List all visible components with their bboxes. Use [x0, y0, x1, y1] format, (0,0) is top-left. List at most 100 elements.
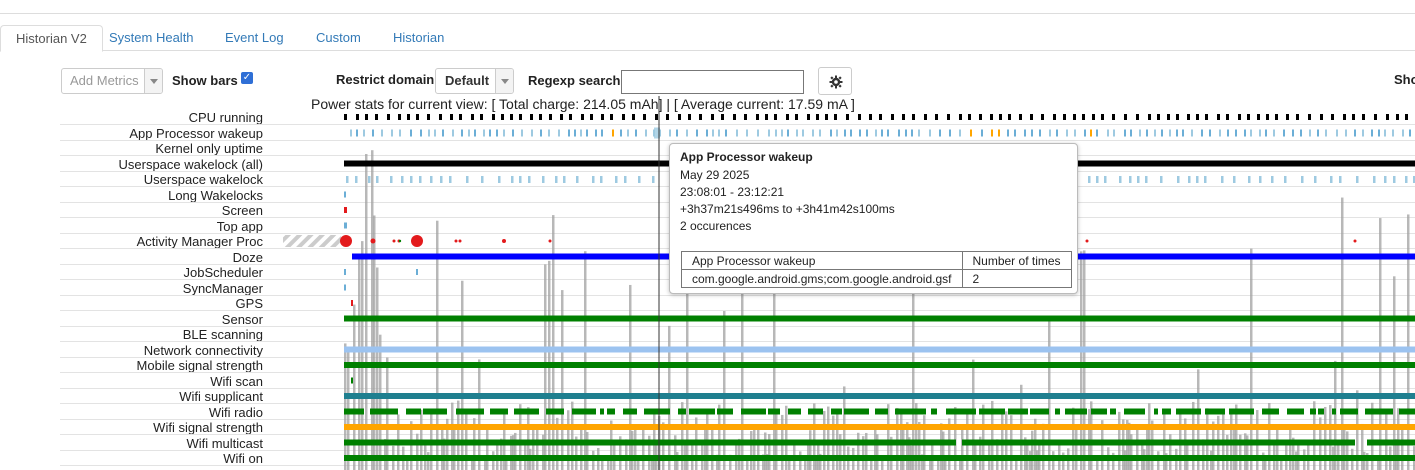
wifi-radio-segment: [768, 408, 780, 415]
wakeup-tick: [918, 129, 920, 137]
wakeup-tick: [887, 129, 889, 137]
usage-bar: [1276, 427, 1279, 470]
wakeup-tick: [686, 129, 688, 137]
wakeup-tick: [718, 129, 720, 137]
wakelock-tick: [1330, 176, 1333, 183]
wakeup-tick: [483, 129, 485, 137]
wakeup-tick: [1024, 129, 1026, 137]
wifi-radio-segment: [423, 408, 447, 415]
wakelock-tick: [542, 176, 545, 183]
wakelock-tick: [376, 176, 379, 183]
wakelock-tick: [624, 176, 627, 183]
wakeup-tick: [434, 129, 436, 137]
wifi-multicast-bar: [962, 439, 1355, 446]
tooltip-time-range: 23:08:01 - 23:12:21: [680, 185, 785, 199]
cpu-running-segment: [1136, 114, 1139, 120]
wakeup-tick: [819, 129, 821, 137]
job-mark: [344, 269, 346, 275]
cpu-running-segment: [834, 114, 837, 120]
cpu-running-segment: [1167, 114, 1170, 120]
wakelock-tick: [419, 176, 422, 183]
wifi-radio-segment: [607, 408, 615, 415]
usage-bar: [552, 215, 555, 470]
wifi-radio-segment: [831, 408, 842, 415]
cpu-running-segment: [1101, 114, 1104, 120]
cpu-running-segment: [1157, 114, 1160, 120]
wakelock-tick: [1301, 176, 1304, 183]
wakeup-tick: [898, 129, 900, 137]
cpu-running-segment: [1238, 114, 1241, 120]
wakeup-tick: [970, 129, 972, 137]
wakeup-tick: [461, 129, 463, 137]
wakeup-tick: [775, 129, 777, 137]
usage-bar: [1083, 250, 1086, 470]
wakeup-tick: [391, 129, 393, 137]
wakeup-tick: [442, 129, 444, 137]
usage-bar: [1031, 430, 1034, 470]
wakeup-tick: [1154, 129, 1156, 137]
cpu-running-segment: [858, 114, 861, 120]
tooltip-cell: 2: [961, 269, 1072, 288]
cpu-running-segment: [774, 114, 777, 120]
wakeup-tick: [574, 129, 576, 137]
wifi-radio-segment: [678, 408, 686, 415]
wakeup-tick: [1384, 129, 1386, 137]
wakeup-tick: [635, 129, 637, 137]
wifi-radio-segment: [1262, 408, 1279, 415]
cpu-running-segment: [846, 114, 849, 120]
wifi-radio-segment: [1287, 408, 1304, 415]
wakeup-tick: [812, 129, 814, 137]
wakeup-tick: [363, 129, 365, 137]
usage-bar: [361, 241, 364, 470]
wakeup-tick: [787, 129, 789, 137]
wakeup-tick: [1084, 129, 1086, 137]
usage-bar: [961, 429, 964, 470]
wakelock-tick: [1145, 176, 1148, 183]
cpu-running-segment: [1308, 114, 1311, 120]
wakeup-tick: [1031, 129, 1033, 137]
wakelock-tick: [1096, 176, 1099, 183]
wakeup-tick: [381, 129, 383, 137]
usage-bar: [711, 428, 714, 470]
wakelock-tick: [1233, 176, 1236, 183]
cpu-running-segment: [1247, 114, 1250, 120]
wifi-radio-segment: [946, 408, 976, 415]
wakelock-tick: [563, 176, 566, 183]
cpu-running-segment: [1296, 114, 1299, 120]
wifi-radio-segment: [1310, 408, 1316, 415]
wakeup-tick: [580, 129, 582, 137]
wifi-supplicant-bar: [344, 393, 1415, 399]
wakeup-tick: [496, 129, 498, 137]
wakeup-tick: [859, 129, 861, 137]
wakeup-tick: [929, 129, 931, 137]
cpu-running-segment: [539, 114, 542, 120]
cpu-running-segment: [492, 114, 495, 120]
wakeup-tick: [1124, 129, 1126, 137]
wakeup-tick: [1096, 129, 1098, 137]
wakeup-tick: [595, 129, 597, 137]
wakeup-tick: [1074, 129, 1076, 137]
usage-bar: [757, 424, 760, 470]
cpu-running-segment: [733, 114, 736, 120]
cpu-running-segment: [721, 114, 724, 120]
wifi-signal-bar: [344, 424, 1415, 430]
screen-mark: [344, 207, 347, 213]
cpu-running-segment: [756, 114, 759, 120]
cpu-running-segment: [480, 114, 483, 120]
cpu-running-segment: [947, 114, 950, 120]
usage-bar: [1343, 427, 1346, 470]
wakelock-tick: [481, 176, 484, 183]
wifi-radio-segment: [1399, 408, 1415, 415]
wakeup-tick: [1056, 129, 1058, 137]
wakeup-tick: [1317, 129, 1319, 137]
wakeup-tick: [612, 129, 614, 137]
wakeup-tick: [1371, 129, 1373, 137]
wifi-radio-segment: [1162, 408, 1171, 415]
cpu-running-segment: [344, 114, 347, 120]
usage-bar: [865, 432, 868, 470]
wakeup-tick: [1378, 129, 1380, 137]
wakelock-tick: [449, 176, 452, 183]
usage-bar: [580, 429, 583, 470]
cpu-running-segment: [912, 114, 915, 120]
cpu-running-segment: [1112, 114, 1115, 120]
